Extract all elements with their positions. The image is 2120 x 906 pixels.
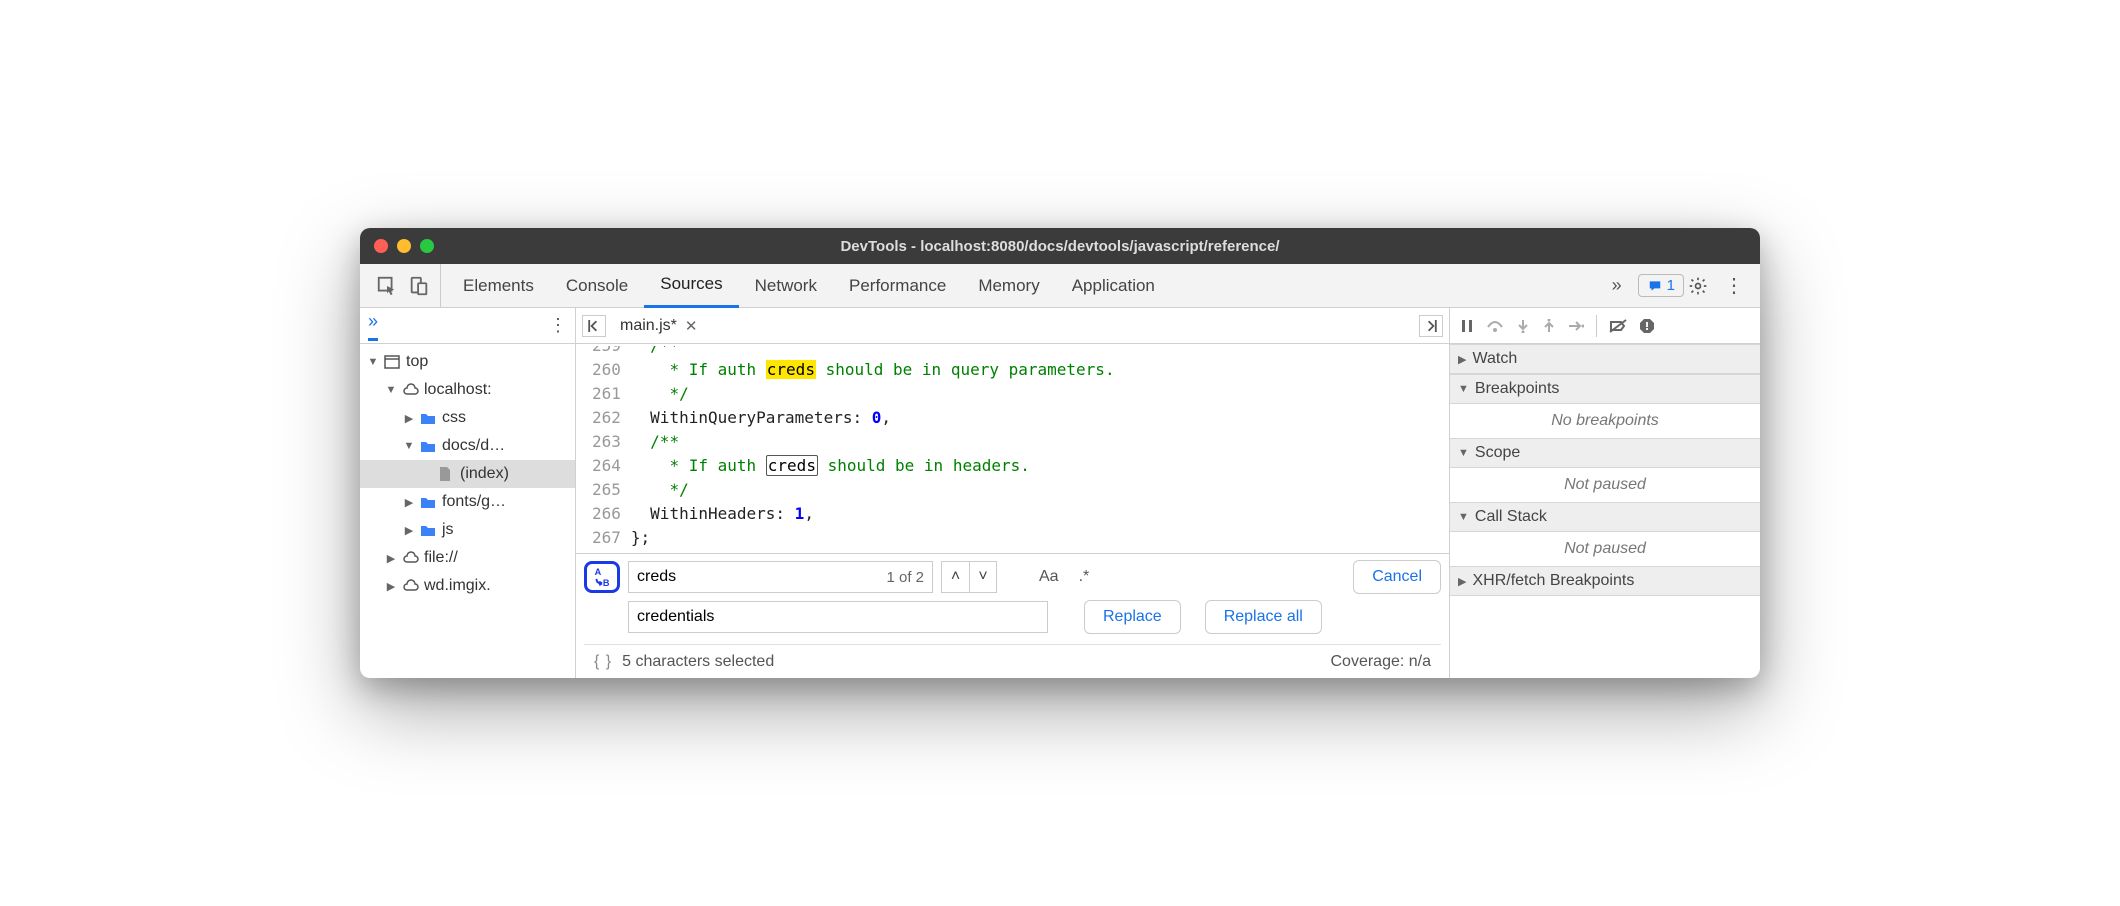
panel-tabs: ElementsConsoleSourcesNetworkPerformance… xyxy=(441,264,1602,308)
nav-back-button[interactable] xyxy=(582,315,606,337)
issues-count: 1 xyxy=(1667,277,1675,294)
tree-item[interactable]: ▶wd.imgix. xyxy=(360,572,575,600)
maximize-window-button[interactable] xyxy=(420,239,434,253)
find-replace-bar: AB creds 1 of 2 ˄ ˅ Aa .* Cancel xyxy=(576,553,1449,678)
section-body: No breakpoints xyxy=(1450,404,1760,438)
more-options-icon[interactable]: ⋮ xyxy=(1720,273,1748,298)
navigator-header: » ⋮ xyxy=(360,308,575,344)
toolbar-right: 1 ⋮ xyxy=(1632,273,1754,298)
tree-item[interactable]: ▼localhost: xyxy=(360,376,575,404)
editor-tabs: main.js* ✕ xyxy=(576,308,1449,344)
tree-item[interactable]: ▶file:// xyxy=(360,544,575,572)
svg-text:B: B xyxy=(603,578,610,588)
tab-sources[interactable]: Sources xyxy=(644,264,738,308)
close-tab-icon[interactable]: ✕ xyxy=(685,317,698,335)
deactivate-breakpoints-icon[interactable] xyxy=(1609,319,1627,333)
settings-icon[interactable] xyxy=(1688,276,1716,296)
coverage-status: Coverage: n/a xyxy=(1330,653,1431,671)
tree-item[interactable]: ▶css xyxy=(360,404,575,432)
devtools-window: DevTools - localhost:8080/docs/devtools/… xyxy=(360,228,1760,678)
tree-item[interactable]: ▼docs/d… xyxy=(360,432,575,460)
replace-value: credentials xyxy=(637,608,714,626)
debugger-sections: ▶Watch▼BreakpointsNo breakpoints▼ScopeNo… xyxy=(1450,344,1760,596)
section-breakpoints[interactable]: ▼Breakpoints xyxy=(1450,374,1760,404)
step-out-icon[interactable] xyxy=(1542,319,1556,333)
editor-tab-main-js[interactable]: main.js* ✕ xyxy=(612,317,705,335)
next-match-button[interactable]: ˅ xyxy=(969,561,997,593)
navigator-panel: » ⋮ ▼top▼localhost:▶css▼docs/d…(index)▶f… xyxy=(360,308,576,678)
inspect-element-icon[interactable] xyxy=(374,273,400,299)
step-icon[interactable] xyxy=(1568,319,1584,333)
editor-status-bar: { } 5 characters selected Coverage: n/a xyxy=(584,644,1441,678)
section-body: Not paused xyxy=(1450,468,1760,502)
tree-item[interactable]: ▶js xyxy=(360,516,575,544)
step-into-icon[interactable] xyxy=(1516,319,1530,333)
step-over-icon[interactable] xyxy=(1486,319,1504,333)
tab-elements[interactable]: Elements xyxy=(447,264,550,308)
editor-panel: main.js* ✕ 259260261262263264265266267 /… xyxy=(576,308,1450,678)
section-call-stack[interactable]: ▼Call Stack xyxy=(1450,502,1760,532)
cancel-button[interactable]: Cancel xyxy=(1353,560,1441,594)
selection-status: 5 characters selected xyxy=(622,653,774,671)
find-input[interactable]: creds 1 of 2 xyxy=(628,561,933,593)
line-gutter: 259260261262263264265266267 xyxy=(576,344,631,553)
section-scope[interactable]: ▼Scope xyxy=(1450,438,1760,468)
navigator-overflow-icon[interactable]: » xyxy=(368,311,378,341)
tabs-overflow-icon[interactable]: » xyxy=(1602,275,1632,296)
window-title: DevTools - localhost:8080/docs/devtools/… xyxy=(360,238,1760,255)
tab-application[interactable]: Application xyxy=(1056,264,1171,308)
match-case-toggle[interactable]: Aa xyxy=(1033,568,1065,586)
prev-match-button[interactable]: ˄ xyxy=(941,561,969,593)
close-window-button[interactable] xyxy=(374,239,388,253)
pause-on-exceptions-icon[interactable] xyxy=(1639,318,1655,334)
section-watch[interactable]: ▶Watch xyxy=(1450,344,1760,374)
debugger-toolbar xyxy=(1450,308,1760,344)
pretty-print-icon[interactable]: { } xyxy=(594,653,622,671)
replace-all-button[interactable]: Replace all xyxy=(1205,600,1322,634)
tree-item[interactable]: (index) xyxy=(360,460,575,488)
editor-tab-label: main.js* xyxy=(620,317,677,335)
find-nav-buttons: ˄ ˅ xyxy=(941,561,997,593)
tree-item[interactable]: ▼top xyxy=(360,348,575,376)
svg-text:A: A xyxy=(595,567,602,577)
code-editor[interactable]: 259260261262263264265266267 /** * If aut… xyxy=(576,344,1449,553)
navigator-more-icon[interactable]: ⋮ xyxy=(549,315,567,336)
titlebar: DevTools - localhost:8080/docs/devtools/… xyxy=(360,228,1760,264)
pause-icon[interactable] xyxy=(1460,319,1474,333)
inspect-tools xyxy=(366,264,441,307)
regex-toggle[interactable]: .* xyxy=(1073,568,1096,586)
file-tree[interactable]: ▼top▼localhost:▶css▼docs/d…(index)▶fonts… xyxy=(360,344,575,678)
section-xhr-fetch-breakpoints[interactable]: ▶XHR/fetch Breakpoints xyxy=(1450,566,1760,596)
tree-item[interactable]: ▶fonts/g… xyxy=(360,488,575,516)
issues-badge[interactable]: 1 xyxy=(1638,274,1684,297)
main-toolbar: ElementsConsoleSourcesNetworkPerformance… xyxy=(360,264,1760,308)
nav-forward-button[interactable] xyxy=(1419,315,1443,337)
tab-console[interactable]: Console xyxy=(550,264,644,308)
main-area: » ⋮ ▼top▼localhost:▶css▼docs/d…(index)▶f… xyxy=(360,308,1760,678)
replace-button[interactable]: Replace xyxy=(1084,600,1181,634)
tab-network[interactable]: Network xyxy=(739,264,833,308)
replace-input[interactable]: credentials xyxy=(628,601,1048,633)
replace-mode-toggle-icon[interactable]: AB xyxy=(584,561,620,593)
tab-memory[interactable]: Memory xyxy=(962,264,1055,308)
traffic-lights xyxy=(374,239,434,253)
section-body: Not paused xyxy=(1450,532,1760,566)
device-toolbar-icon[interactable] xyxy=(406,273,432,299)
minimize-window-button[interactable] xyxy=(397,239,411,253)
find-value: creds xyxy=(637,568,676,586)
tab-performance[interactable]: Performance xyxy=(833,264,962,308)
debugger-panel: ▶Watch▼BreakpointsNo breakpoints▼ScopeNo… xyxy=(1450,308,1760,678)
code-lines: /** * If auth creds should be in query p… xyxy=(631,344,1115,553)
match-count: 1 of 2 xyxy=(886,569,924,586)
